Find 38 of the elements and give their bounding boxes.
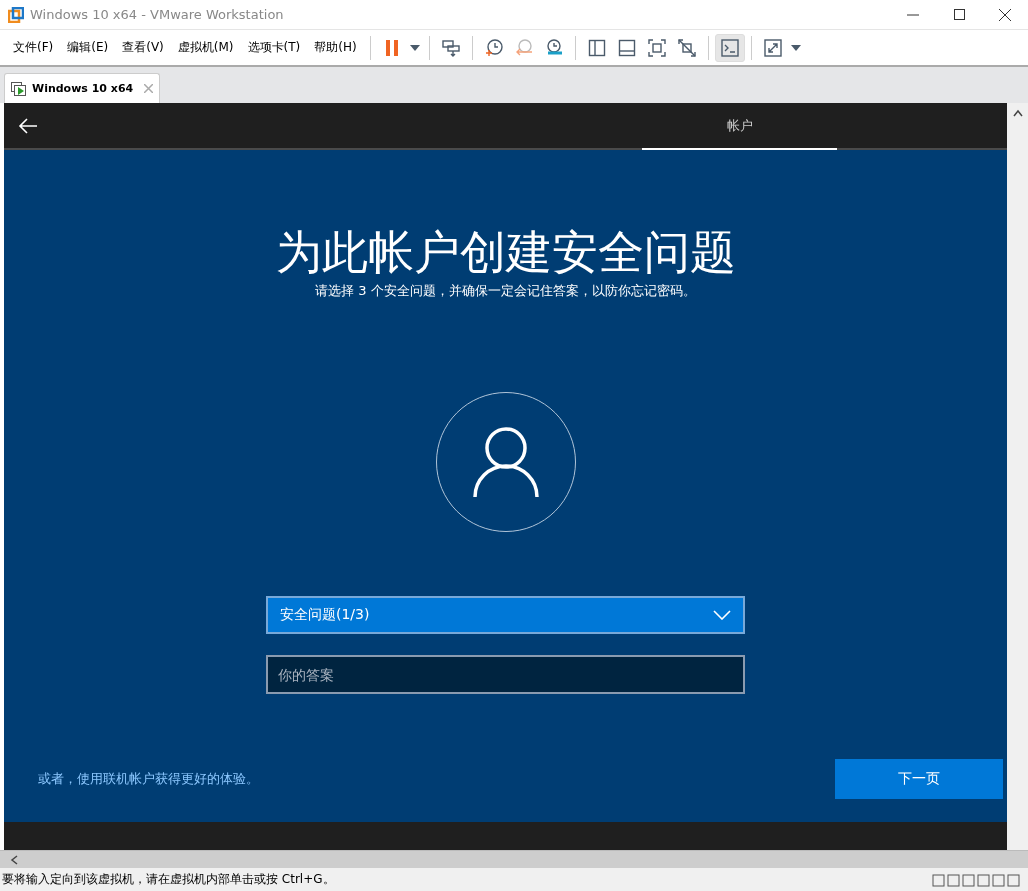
caret-icon: [790, 44, 801, 51]
maximize-icon: [953, 9, 965, 20]
menu-item[interactable]: 查看(V): [115, 39, 171, 56]
vm-icon: [11, 81, 27, 96]
answer-field[interactable]: 你的答案: [266, 655, 745, 694]
page-subtitle: 请选择 3 个安全问题，并确保一定会记住答案，以防你忘记密码。: [315, 282, 696, 300]
menu-item[interactable]: 虚拟机(M): [170, 39, 241, 56]
app-logo-icon: [8, 6, 24, 23]
scroll-left-icon[interactable]: [10, 854, 18, 865]
menu-item[interactable]: 帮助(H): [307, 39, 364, 56]
menu-item[interactable]: 选项卡(T): [240, 39, 308, 56]
caret-icon: [409, 44, 420, 51]
toolbar-button[interactable]: [714, 33, 745, 62]
vm-tab[interactable]: Windows 10 x64: [4, 73, 161, 103]
console-icon: [720, 38, 739, 57]
window-title: Windows 10 x64 - VMware Workstation: [30, 7, 285, 22]
no-fit-icon: [677, 38, 696, 57]
question-dropdown[interactable]: 安全问题(1/3): [266, 596, 745, 634]
menu-item[interactable]: 编辑(E): [60, 39, 116, 56]
page-heading: 为此帐户创建安全问题: [275, 224, 736, 280]
tab-label: Windows 10 x64: [32, 82, 134, 95]
sidebar-icon: [587, 38, 606, 57]
minimize-icon: [907, 13, 919, 16]
fit-guest-icon: [647, 38, 666, 57]
pause-icon: [383, 37, 400, 58]
fullscreen-icon: [763, 38, 782, 57]
menu-item[interactable]: 文件(F): [6, 39, 61, 56]
scroll-up-icon[interactable]: [1012, 109, 1023, 117]
user-icon: [472, 426, 539, 498]
close-icon: [999, 8, 1011, 21]
next-button[interactable]: 下一页: [835, 759, 1003, 799]
back-arrow-icon[interactable]: [18, 117, 38, 134]
send-keys-icon: [440, 37, 461, 58]
snapshot-icon: [483, 37, 504, 58]
chevron-icon: [713, 610, 731, 620]
status-text: 要将输入定向到该虚拟机，请在虚拟机内部单击或按 Ctrl+G。: [1, 871, 336, 888]
online-account-link[interactable]: 或者，使用联机帐户获得更好的体验。: [38, 770, 259, 788]
thumbnail-bar-icon: [617, 38, 636, 57]
